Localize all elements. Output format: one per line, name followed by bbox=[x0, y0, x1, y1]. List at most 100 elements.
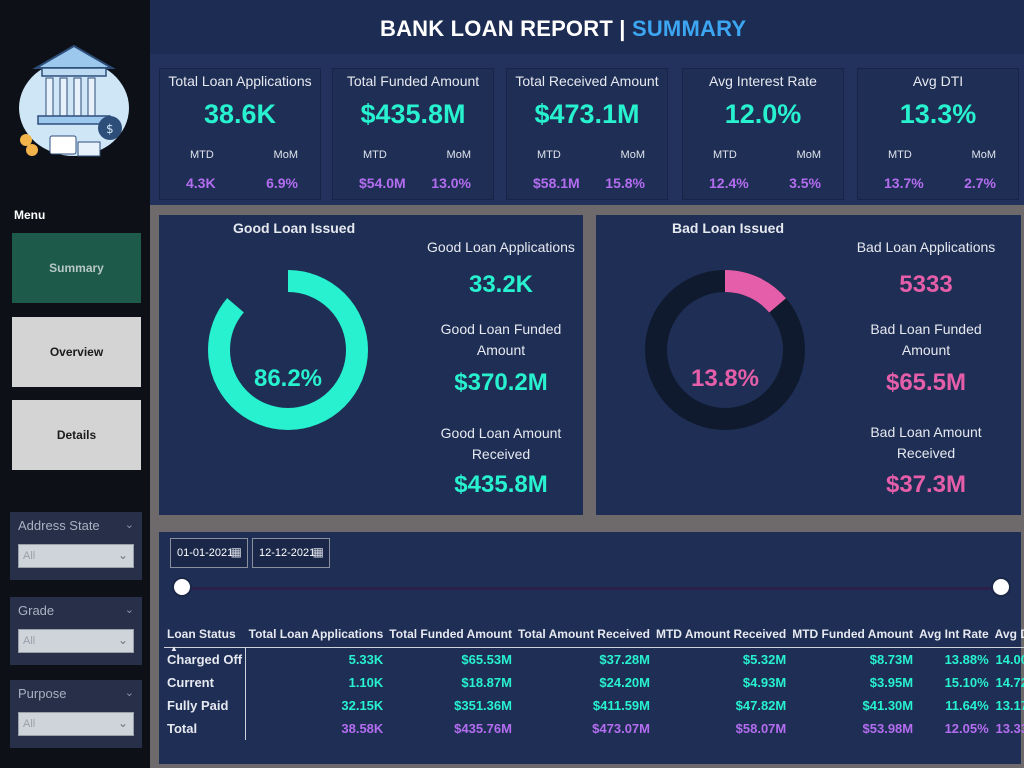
nav-details-button[interactable]: Details bbox=[12, 400, 141, 470]
table-cell: $5.32M bbox=[742, 651, 787, 667]
good-loan-applications-label: Good Loan Applications bbox=[427, 239, 575, 255]
table-cell: Fully Paid bbox=[164, 693, 247, 717]
column-header-mtd-received[interactable]: MTD Amount Received bbox=[652, 624, 790, 648]
chevron-down-icon[interactable]: ⌄ bbox=[125, 518, 134, 531]
chevron-down-icon[interactable]: ⌄ bbox=[125, 686, 134, 699]
bad-loan-received-label-line1: Bad Loan Amount bbox=[870, 424, 982, 440]
kpi-value: 13.3% bbox=[899, 99, 977, 129]
chevron-down-icon: ⌄ bbox=[117, 716, 128, 730]
kpi-card-avg-interest: Avg Interest Rate 12.0% MTD MoM 12.4% 3.… bbox=[682, 68, 844, 200]
table-cell: $47.82M bbox=[735, 697, 787, 713]
good-loan-received-value: $435.8M bbox=[454, 471, 548, 498]
table-header-row: Loan Status ▲ Total Loan Applications To… bbox=[164, 624, 1024, 653]
good-loan-received-label-line2: Received bbox=[471, 446, 531, 462]
chevron-down-icon[interactable]: ⌄ bbox=[125, 603, 134, 616]
start-date-input[interactable]: 01-01-2021 ▦ bbox=[170, 538, 248, 568]
table-cell: $58.07M bbox=[735, 720, 787, 736]
kpi-mom-value: 15.8% bbox=[605, 175, 645, 191]
calendar-icon[interactable]: ▦ bbox=[313, 545, 324, 559]
nav-overview-button[interactable]: Overview bbox=[12, 317, 141, 387]
bank-logo-icon: $ bbox=[19, 44, 129, 157]
kpi-mom-value: 13.0% bbox=[431, 175, 471, 191]
purpose-select[interactable]: All ⌄ bbox=[18, 712, 134, 736]
kpi-value: $435.8M bbox=[360, 99, 466, 129]
menu-title: Menu bbox=[14, 208, 46, 222]
bad-loan-panel: Bad Loan Issued 13.8% Bad Loan Applicati… bbox=[596, 215, 1021, 515]
kpi-mtd-value: 4.3K bbox=[186, 175, 216, 191]
start-date-value: 01-01-2021 bbox=[177, 547, 234, 559]
column-header-label: MTD Amount Received bbox=[655, 627, 787, 641]
bad-loan-funded-label-line2: Amount bbox=[901, 342, 951, 358]
date-slider-start-handle[interactable] bbox=[172, 577, 192, 597]
column-header-mtd-funded[interactable]: MTD Funded Amount bbox=[789, 624, 917, 648]
kpi-mtd-label: MTD bbox=[888, 149, 912, 161]
column-header-loan-status[interactable]: Loan Status ▲ bbox=[164, 624, 246, 653]
bad-loan-applications-value: 5333 bbox=[899, 271, 953, 298]
end-date-input[interactable]: 12-12-2021 ▦ bbox=[252, 538, 330, 568]
end-date-value: 12-12-2021 bbox=[259, 547, 316, 559]
kpi-mom-label: MoM bbox=[971, 149, 996, 161]
table-cell: 15.10% bbox=[944, 674, 989, 690]
table-cell: $41.30M bbox=[862, 697, 914, 713]
good-loan-received-label-line1: Good Loan Amount bbox=[440, 425, 562, 441]
kpi-mtd-label: MTD bbox=[363, 149, 387, 161]
table-cell: $3.95M bbox=[869, 674, 914, 690]
column-header-total-funded[interactable]: Total Funded Amount bbox=[386, 624, 515, 648]
kpi-value: $473.1M bbox=[534, 99, 640, 129]
column-header-total-received[interactable]: Total Amount Received bbox=[514, 624, 653, 648]
address-state-value: All bbox=[23, 550, 36, 562]
table-row[interactable]: Charged Off 5.33K $65.53M $37.28M $5.32M… bbox=[164, 647, 1024, 671]
kpi-card-total-received: Total Received Amount $473.1M MTD MoM $5… bbox=[506, 68, 668, 200]
chevron-down-icon: ⌄ bbox=[117, 548, 128, 562]
column-header-avg-int-rate[interactable]: Avg Int Rate bbox=[916, 624, 992, 648]
table-row[interactable]: Current 1.10K $18.87M $24.20M $4.93M $3.… bbox=[164, 670, 1024, 694]
purpose-label: Purpose bbox=[18, 686, 67, 701]
table-cell: $4.93M bbox=[742, 674, 787, 690]
table-cell: 14.72% bbox=[995, 674, 1024, 690]
table-cell: 11.64% bbox=[945, 697, 989, 713]
kpi-value: 12.0% bbox=[724, 99, 802, 129]
table-cell: $351.36M bbox=[454, 697, 512, 713]
date-slider-track[interactable] bbox=[181, 587, 1003, 590]
table-cell: Current bbox=[164, 670, 247, 694]
calendar-icon[interactable]: ▦ bbox=[231, 545, 242, 559]
kpi-mom-value: 2.7% bbox=[964, 175, 996, 191]
bad-loan-received-label-line2: Received bbox=[896, 445, 956, 461]
table-cell: 13.88% bbox=[944, 651, 989, 667]
kpi-mtd-value: 12.4% bbox=[709, 175, 749, 191]
table-cell: $65.53M bbox=[461, 651, 512, 667]
column-header-avg-dti[interactable]: Avg DTI bbox=[991, 624, 1024, 648]
good-loan-donut bbox=[208, 270, 368, 430]
date-slider-end-handle[interactable] bbox=[991, 577, 1011, 597]
good-loan-applications-value: 33.2K bbox=[468, 271, 534, 298]
address-state-select[interactable]: All ⌄ bbox=[18, 544, 134, 568]
table-row[interactable]: Fully Paid 32.15K $351.36M $411.59M $47.… bbox=[164, 693, 1024, 717]
table-total-row: Total 38.58K $435.76M $473.07M $58.07M $… bbox=[164, 716, 1024, 740]
kpi-value: 38.6K bbox=[203, 99, 277, 129]
chevron-down-icon: ⌄ bbox=[117, 633, 128, 647]
good-loan-title: Good Loan Issued bbox=[233, 220, 356, 236]
good-loan-percent: 86.2% bbox=[253, 365, 323, 392]
column-header-label: Total Amount Received bbox=[517, 627, 650, 641]
nav-summary-button[interactable]: Summary bbox=[12, 233, 141, 303]
bad-loan-applications-label: Bad Loan Applications bbox=[856, 239, 996, 255]
grade-select[interactable]: All ⌄ bbox=[18, 629, 134, 653]
nav-summary-label: Summary bbox=[49, 261, 104, 275]
kpi-card-total-applications: Total Loan Applications 38.6K MTD MoM 4.… bbox=[159, 68, 321, 200]
column-header-total-applications[interactable]: Total Loan Applications bbox=[245, 624, 387, 648]
bad-loan-received-value: $37.3M bbox=[885, 471, 967, 498]
purpose-filter: Purpose ⌄ All ⌄ bbox=[10, 680, 142, 748]
table-cell: 1.10K bbox=[348, 674, 384, 690]
kpi-label: Avg Interest Rate bbox=[709, 73, 817, 89]
nav-details-label: Details bbox=[56, 428, 97, 442]
kpi-mtd-value: $58.1M bbox=[533, 175, 580, 191]
bad-loan-funded-label-line1: Bad Loan Funded bbox=[870, 321, 982, 337]
table-cell: 13.33% bbox=[995, 720, 1024, 736]
table-cell: $24.20M bbox=[599, 674, 650, 690]
kpi-card-avg-dti: Avg DTI 13.3% MTD MoM 13.7% 2.7% bbox=[857, 68, 1019, 200]
table-cell: 32.15K bbox=[341, 697, 384, 713]
kpi-mtd-label: MTD bbox=[537, 149, 561, 161]
column-header-label: MTD Funded Amount bbox=[792, 627, 914, 641]
kpi-label: Avg DTI bbox=[912, 73, 964, 89]
good-loan-funded-value: $370.2M bbox=[454, 369, 548, 396]
